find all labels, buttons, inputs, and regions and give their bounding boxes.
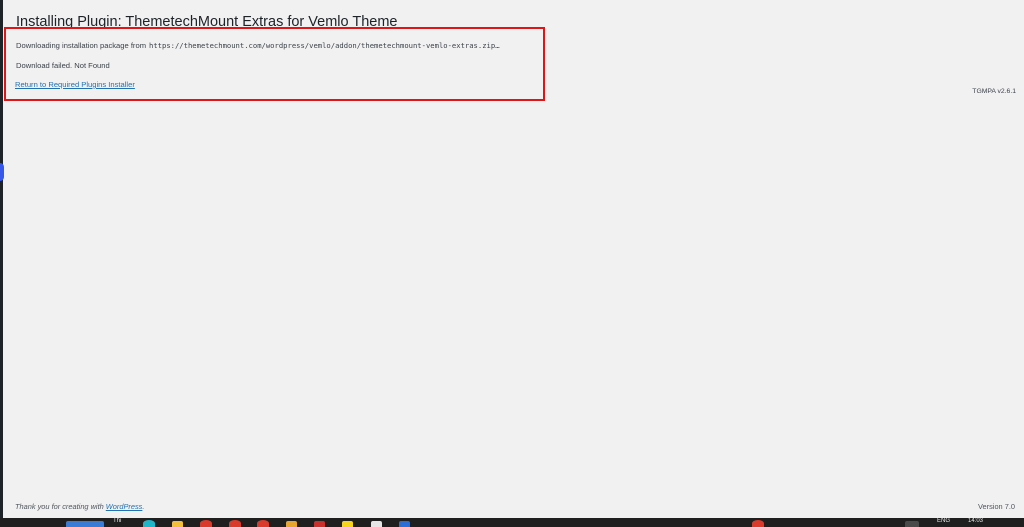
footer-version-label: Version 7.0 [978,502,1015,511]
document-icon[interactable] [371,521,382,527]
tray-overflow-icon[interactable] [905,521,919,527]
red-app-icon[interactable] [314,521,325,527]
taskbar-clock[interactable]: 14:03 [968,518,983,525]
download-error-message: Download failed. Not Found [16,61,110,70]
file-explorer-icon[interactable] [172,521,183,527]
wp-admin-viewport: Installing Plugin: ThemetechMount Extras… [0,0,1024,527]
footer-thanks-text: Thank you for creating with WordPress. [15,502,144,511]
admin-menu-edge [0,0,3,518]
collapse-menu-tab[interactable] [0,163,4,181]
return-to-installer-link[interactable]: Return to Required Plugins Installer [15,80,135,89]
downloading-prefix-text: Downloading installation package from [16,41,147,50]
windows-taskbar: Thi ENG 14:03 [0,518,1024,527]
start-thumbnail-icon[interactable] [66,521,104,527]
package-url: https://themetechmount.com/wordpress/vem… [149,41,500,50]
chrome-icon-2[interactable] [229,520,241,527]
paint-icon[interactable] [286,521,297,527]
edge-browser-icon[interactable] [143,520,155,527]
tray-chrome-icon[interactable] [752,520,764,527]
chrome-icon-3[interactable] [257,520,269,527]
download-progress-message: Downloading installation package from htt… [16,41,500,50]
taskbar-language[interactable]: ENG [937,518,950,525]
footer-thanks-suffix: . [142,502,145,511]
taskbar-search-label[interactable]: Thi [113,518,121,525]
tgmpa-version-label: TGMPA v2.6.1 [972,88,1016,95]
notes-icon[interactable] [342,521,353,527]
blue-app-icon[interactable] [399,521,410,527]
wordpress-link[interactable]: WordPress [106,502,143,511]
chrome-icon-1[interactable] [200,520,212,527]
footer-thanks-prefix: Thank you for creating with [15,502,104,511]
